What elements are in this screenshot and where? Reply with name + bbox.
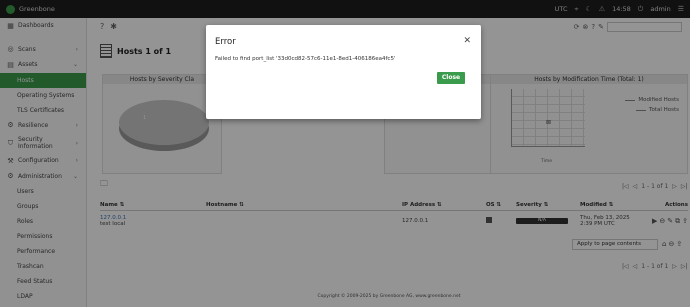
dialog-title: Error: [215, 37, 236, 47]
error-dialog: Error ✕ Failed to find port_list '33d0cd…: [206, 25, 481, 119]
dialog-message: Failed to find port_list '33d0cd82-57c6-…: [215, 56, 396, 62]
close-icon[interactable]: ✕: [463, 36, 471, 46]
close-button[interactable]: Close: [437, 72, 465, 84]
